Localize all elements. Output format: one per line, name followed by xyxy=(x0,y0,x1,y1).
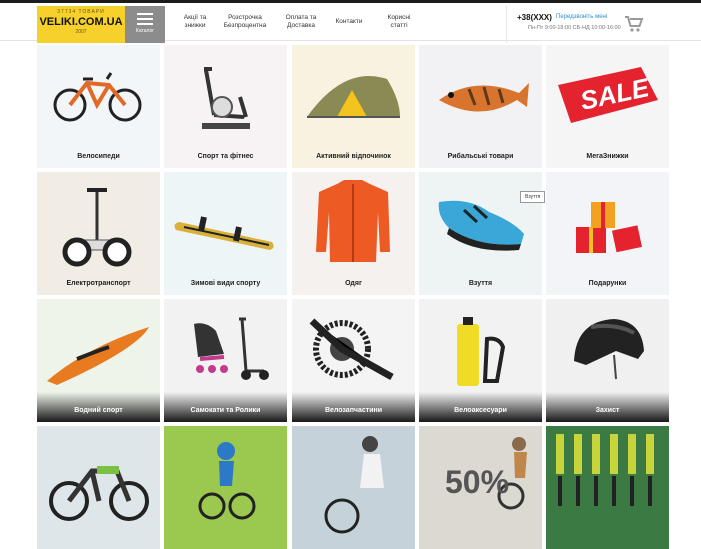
category-tile-fishing[interactable]: Рибальські товари xyxy=(419,45,542,168)
catalog-label: Каталог xyxy=(135,28,155,34)
nav-promotions[interactable]: Акції та знижки xyxy=(170,14,220,30)
callback-link[interactable]: Передзвоніть мені xyxy=(556,14,607,20)
nav-contacts[interactable]: Контакти xyxy=(324,18,374,26)
category-label: Рибальські товари xyxy=(447,153,514,160)
category-label: Захист xyxy=(595,407,620,414)
category-tile-sport-fitness[interactable]: Спорт та фітнес xyxy=(164,45,287,168)
category-tile-water-sports[interactable]: Водний спорт xyxy=(37,299,160,422)
category-label: Велоаксесуари xyxy=(454,407,507,414)
kids-bike-photo-icon xyxy=(164,426,287,549)
category-tile-outdoor[interactable]: Активний відпочинок xyxy=(292,45,415,168)
category-label: Подарунки xyxy=(588,280,627,287)
category-label: Водний спорт xyxy=(74,407,123,414)
category-tile-row4-3[interactable] xyxy=(292,426,415,549)
category-tile-protection[interactable]: Захист xyxy=(546,299,669,422)
cart-icon[interactable] xyxy=(624,15,644,38)
category-tile-row4-2[interactable] xyxy=(164,426,287,549)
category-tile-electric[interactable]: Електротранспорт xyxy=(37,172,160,295)
catalog-button[interactable]: Каталог xyxy=(125,6,165,43)
working-hours: Пн-Пт 9:00-18:00 СБ-НД 10:00-16:00 xyxy=(528,25,621,31)
category-label: Одяг xyxy=(345,280,362,287)
fishing-lure-icon xyxy=(439,83,529,112)
tent-icon xyxy=(307,76,400,118)
category-label: Електротранспорт xyxy=(66,280,131,287)
electric-bike-icon xyxy=(49,466,149,521)
nav-installment[interactable]: Розстрочка Безпроцентна xyxy=(220,14,270,30)
exercise-bike-icon xyxy=(202,67,250,129)
category-label: Взуття xyxy=(468,280,493,287)
segway-icon xyxy=(62,188,132,267)
bicycle-icon xyxy=(53,72,142,122)
promo-text: 50% xyxy=(445,464,510,500)
nav-payment-delivery[interactable]: Оплата та Доставка xyxy=(276,14,326,30)
category-tile-bike-parts[interactable]: Велозапчастини xyxy=(292,299,415,422)
logo-product-count: 37734 ТОВАРИ xyxy=(57,9,105,15)
category-label: Зимові види спорту xyxy=(190,280,261,287)
category-tile-mega-sale[interactable]: SALE МегаЗнижки xyxy=(546,45,669,168)
category-label: Активний відпочинок xyxy=(316,153,391,160)
category-tile-bicycles[interactable]: Велосипеди xyxy=(37,45,160,168)
category-tile-scooters-skates[interactable]: Самокати та Ролики xyxy=(164,299,287,422)
category-tile-gifts[interactable]: Подарунки xyxy=(546,172,669,295)
category-label: МегаЗнижки xyxy=(586,153,629,160)
category-tile-bike-accessories[interactable]: Велоаксесуари xyxy=(419,299,542,422)
phone-number[interactable]: +38(XXX) xyxy=(517,13,552,22)
tooltip: Взуття xyxy=(520,191,546,203)
category-tile-row4-4[interactable]: 50% xyxy=(419,426,542,549)
header-divider xyxy=(506,6,507,43)
category-tile-clothing[interactable]: Одяг xyxy=(292,172,415,295)
category-tile-row4-1[interactable] xyxy=(37,426,160,549)
hamburger-icon xyxy=(137,13,153,25)
site-logo[interactable]: 37734 ТОВАРИ VELIKI.COM.UA 2007 xyxy=(37,6,125,43)
site-header: 37734 ТОВАРИ VELIKI.COM.UA 2007 Каталог … xyxy=(0,3,701,43)
category-grid: Велосипеди Спорт та фітнес Активний відп… xyxy=(0,40,701,549)
tools-photo-icon xyxy=(546,426,669,549)
jacket-icon xyxy=(316,180,390,262)
category-label: Самокати та Ролики xyxy=(190,407,261,414)
category-label: Велосипеди xyxy=(77,153,120,160)
logo-year: 2007 xyxy=(75,29,87,35)
category-label: Велозапчастини xyxy=(324,407,383,414)
category-label: Спорт та фітнес xyxy=(197,153,254,160)
category-tile-row4-5[interactable] xyxy=(546,426,669,549)
gift-icon xyxy=(576,202,642,253)
cyclist-photo-icon xyxy=(292,426,415,549)
logo-text: VELIKI.COM.UA xyxy=(39,16,123,28)
category-tile-winter-sports[interactable]: Зимові види спорту xyxy=(164,172,287,295)
nav-articles[interactable]: Корисні статті xyxy=(374,14,424,30)
snowboard-icon xyxy=(174,216,274,250)
